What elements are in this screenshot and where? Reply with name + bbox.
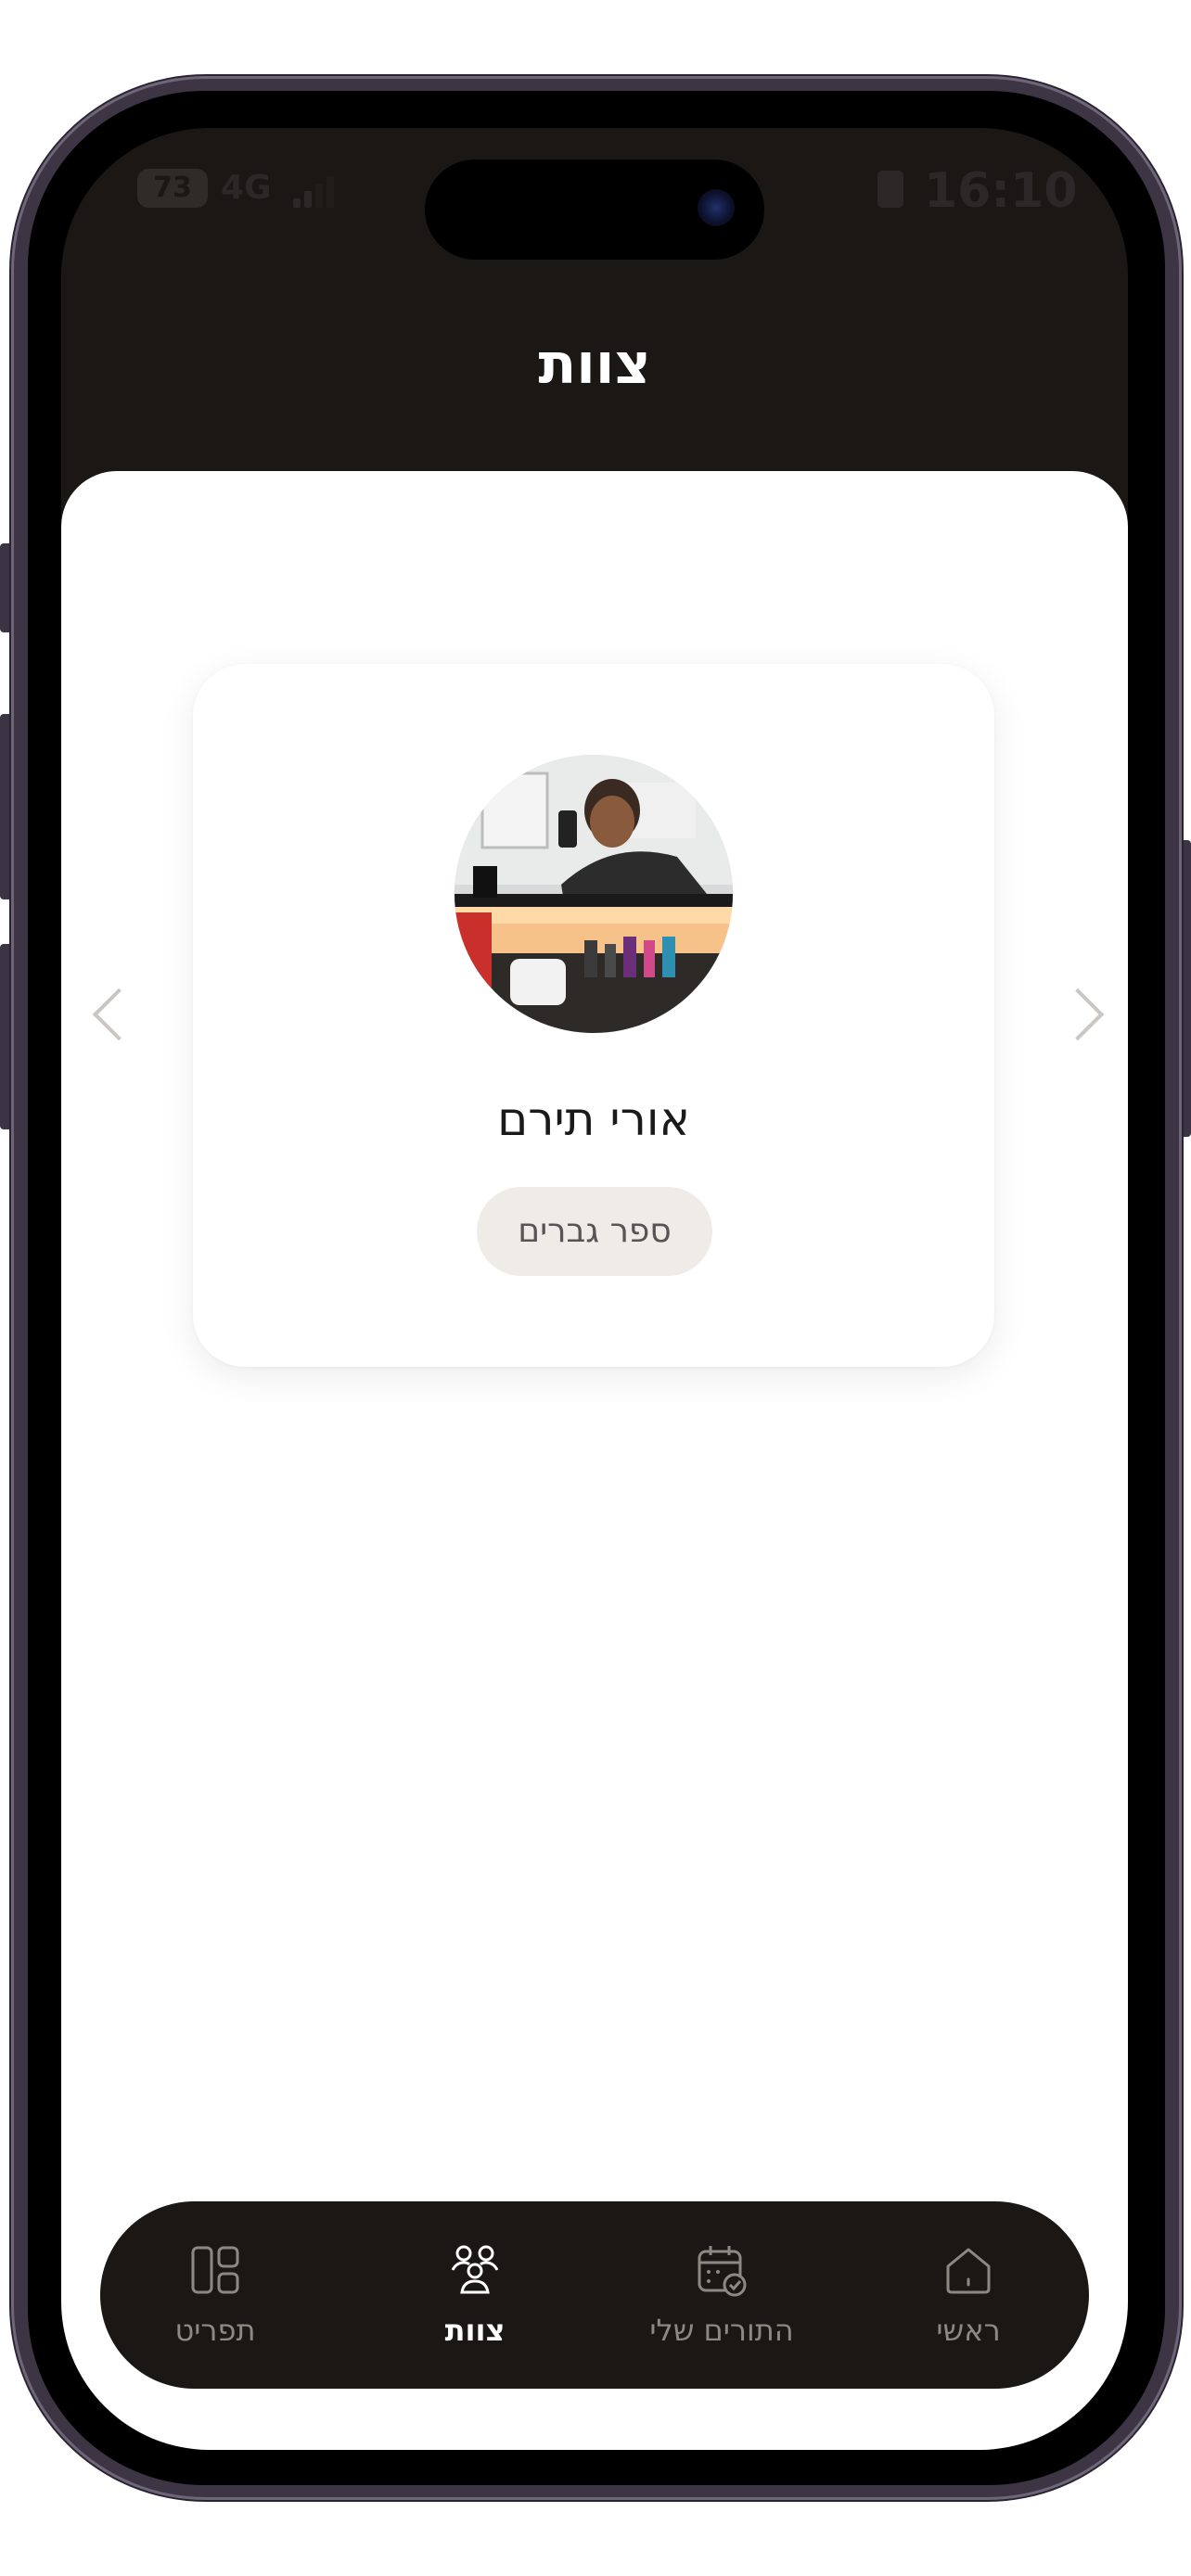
home-icon (946, 2248, 991, 2294)
screen: 73 4G 16:10 צוות אורי תירם ספר גברים תפר… (61, 128, 1128, 2450)
next-arrow-icon[interactable] (1051, 988, 1105, 1041)
nav-item-home[interactable]: ראשי (866, 2201, 1070, 2389)
nav-label-home: ראשי (936, 2313, 1001, 2348)
battery-indicator: 73 (137, 169, 208, 208)
front-camera (698, 189, 735, 226)
team-icon (451, 2245, 499, 2294)
battery-level: 73 (153, 172, 192, 204)
previous-arrow-icon[interactable] (92, 988, 146, 1041)
avatar-photo (455, 755, 733, 1033)
nav-label-team: צוות (444, 2313, 506, 2348)
bottom-navigation: תפריט צוות התורים שלי ראשי (100, 2201, 1089, 2389)
network-label: 4G (221, 169, 272, 207)
person-badge-icon (877, 171, 903, 208)
calendar-check-icon (698, 2246, 747, 2297)
team-member-card[interactable]: אורי תירם ספר גברים (193, 664, 994, 1367)
content-area: אורי תירם ספר גברים (61, 471, 1128, 2450)
nav-item-menu[interactable]: תפריט (113, 2201, 317, 2389)
nav-label-my-appointments: התורים שלי (649, 2313, 794, 2348)
team-member-name: אורי תירם (497, 1092, 690, 1146)
nav-label-menu: תפריט (174, 2313, 256, 2348)
page-title: צוות (538, 332, 651, 397)
role-chip: ספר גברים (477, 1187, 712, 1276)
menu-grid-icon (191, 2246, 239, 2294)
nav-item-team[interactable]: צוות (373, 2201, 577, 2389)
avatar (455, 755, 733, 1033)
status-time: 16:10 (924, 163, 1078, 219)
nav-item-my-appointments[interactable]: התורים שלי (620, 2201, 824, 2389)
